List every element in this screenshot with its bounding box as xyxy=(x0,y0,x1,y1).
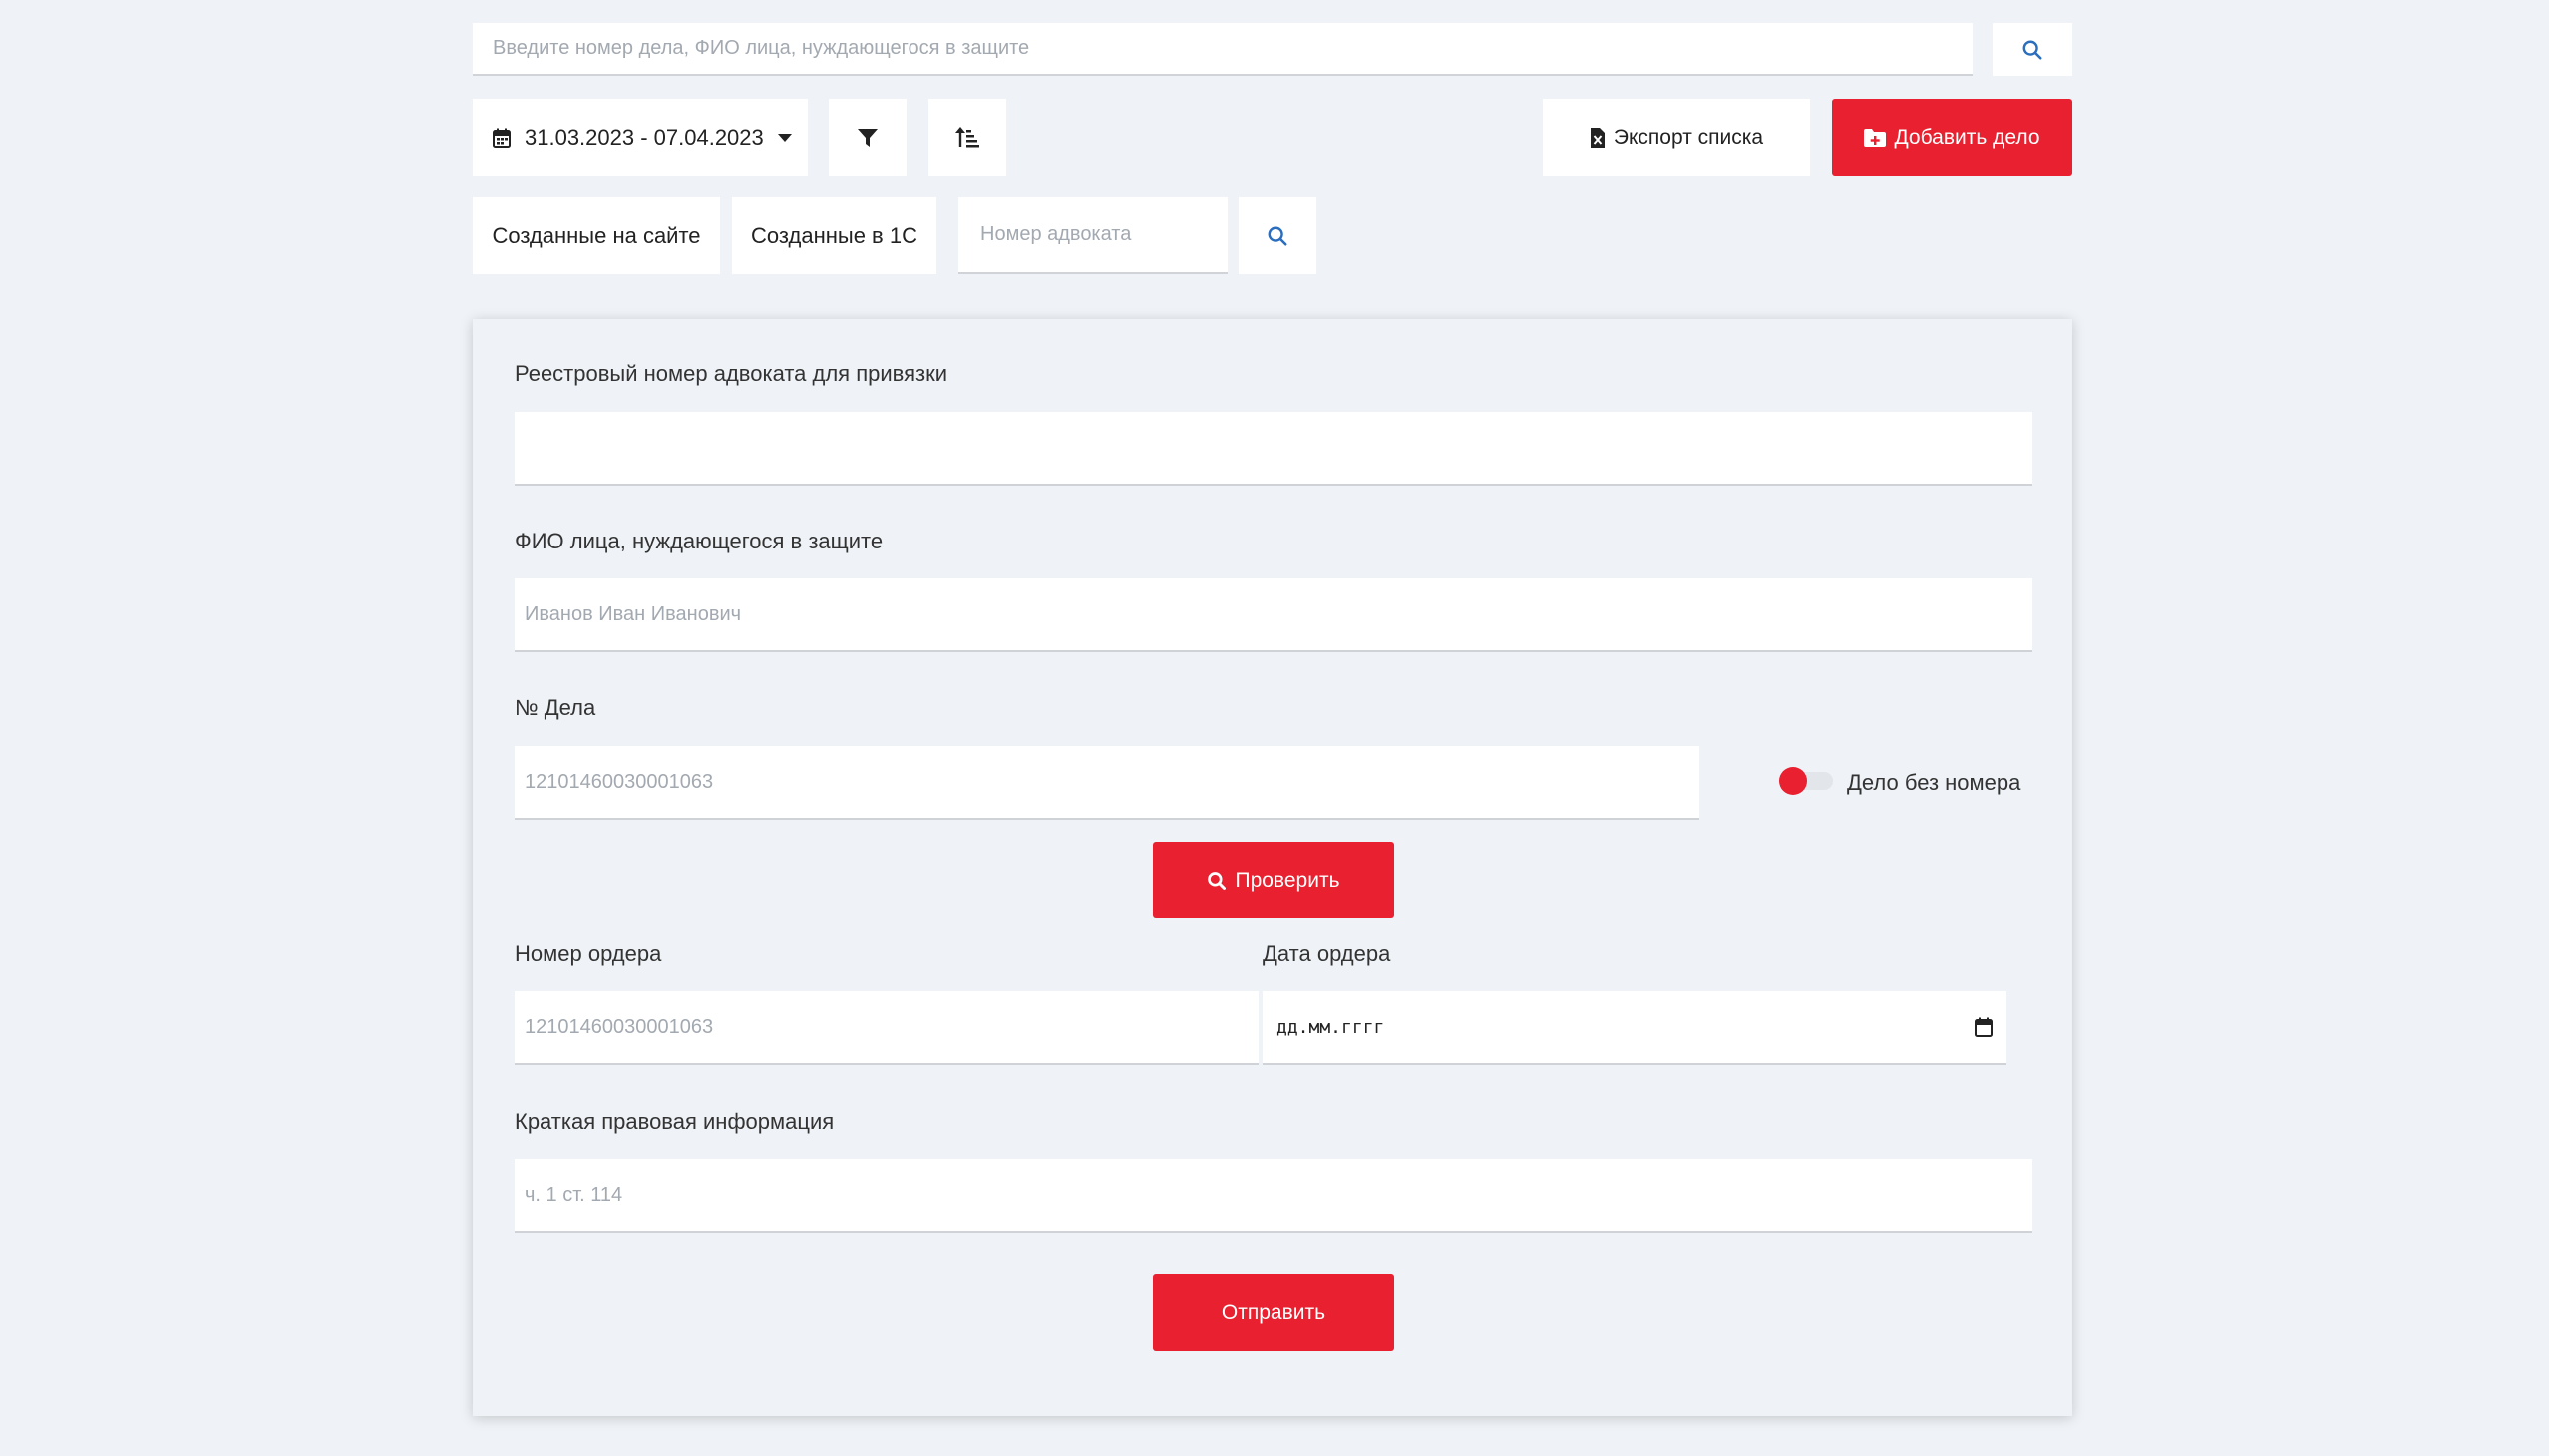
no-number-label: Дело без номера xyxy=(1847,770,2021,795)
folder-plus-icon xyxy=(1864,128,1887,147)
add-case-button[interactable]: Добавить дело xyxy=(1832,99,2072,176)
submit-button-label: Отправить xyxy=(1221,1300,1326,1324)
no-number-toggle[interactable] xyxy=(1779,767,1833,795)
export-list-label: Экспорт списка xyxy=(1613,125,1764,149)
case-number-field[interactable] xyxy=(515,746,1699,820)
top-search-field[interactable] xyxy=(473,23,1973,76)
order-number-input[interactable] xyxy=(515,991,1259,1063)
file-excel-icon xyxy=(1590,127,1605,148)
legal-info-label: Краткая правовая информация xyxy=(515,1109,835,1134)
submit-button[interactable]: Отправить xyxy=(1153,1274,1394,1351)
order-date-label: Дата ордера xyxy=(1263,941,1391,966)
order-date-field[interactable]: дд.мм.гггг xyxy=(1263,991,2006,1065)
order-date-placeholder: дд.мм.гггг xyxy=(1276,1016,1385,1038)
tab-created-on-site[interactable]: Созданные на сайте xyxy=(473,197,720,274)
sort-button[interactable] xyxy=(928,99,1006,176)
case-number-input[interactable] xyxy=(515,746,1699,818)
lawyer-search-button[interactable] xyxy=(1239,197,1316,274)
export-list-button[interactable]: Экспорт списка xyxy=(1543,99,1810,176)
search-icon xyxy=(1208,871,1227,890)
tab-created-in-1c-label: Созданные в 1С xyxy=(751,222,917,248)
tab-created-on-site-label: Созданные на сайте xyxy=(492,222,701,248)
check-button[interactable]: Проверить xyxy=(1153,842,1394,918)
search-icon xyxy=(2022,40,2042,60)
tab-created-in-1c[interactable]: Созданные в 1С xyxy=(732,197,936,274)
case-form-panel: Реестровый номер адвоката для привязки Ф… xyxy=(473,319,2072,1416)
calendar-icon xyxy=(493,128,511,148)
calendar-icon[interactable] xyxy=(1975,1017,1993,1037)
top-search-input[interactable] xyxy=(473,23,1973,74)
search-icon xyxy=(1268,226,1287,246)
top-search-button[interactable] xyxy=(1993,23,2072,76)
fio-field[interactable] xyxy=(515,578,2032,652)
filter-button[interactable] xyxy=(829,99,907,176)
fio-input[interactable] xyxy=(515,578,2032,650)
filter-icon xyxy=(858,128,878,147)
registry-number-field[interactable] xyxy=(515,412,2032,486)
registry-number-input[interactable] xyxy=(515,412,2032,484)
lawyer-number-field[interactable] xyxy=(958,197,1228,274)
add-case-label: Добавить дело xyxy=(1894,125,2040,149)
order-number-label: Номер ордера xyxy=(515,941,662,966)
lawyer-number-input[interactable] xyxy=(958,197,1228,272)
sort-amount-icon xyxy=(955,126,979,147)
check-button-label: Проверить xyxy=(1235,868,1340,892)
registry-number-label: Реестровый номер адвоката для привязки xyxy=(515,361,947,386)
legal-info-input[interactable] xyxy=(515,1159,2032,1231)
order-number-field[interactable] xyxy=(515,991,1259,1065)
case-number-label: № Дела xyxy=(515,695,596,720)
date-range-value: 31.03.2023 - 07.04.2023 xyxy=(525,124,764,150)
fio-label: ФИО лица, нуждающегося в защите xyxy=(515,529,884,553)
legal-info-field[interactable] xyxy=(515,1159,2032,1233)
date-range-picker[interactable]: 31.03.2023 - 07.04.2023 xyxy=(473,99,808,176)
caret-down-icon xyxy=(777,133,792,142)
toggle-knob xyxy=(1779,767,1807,795)
